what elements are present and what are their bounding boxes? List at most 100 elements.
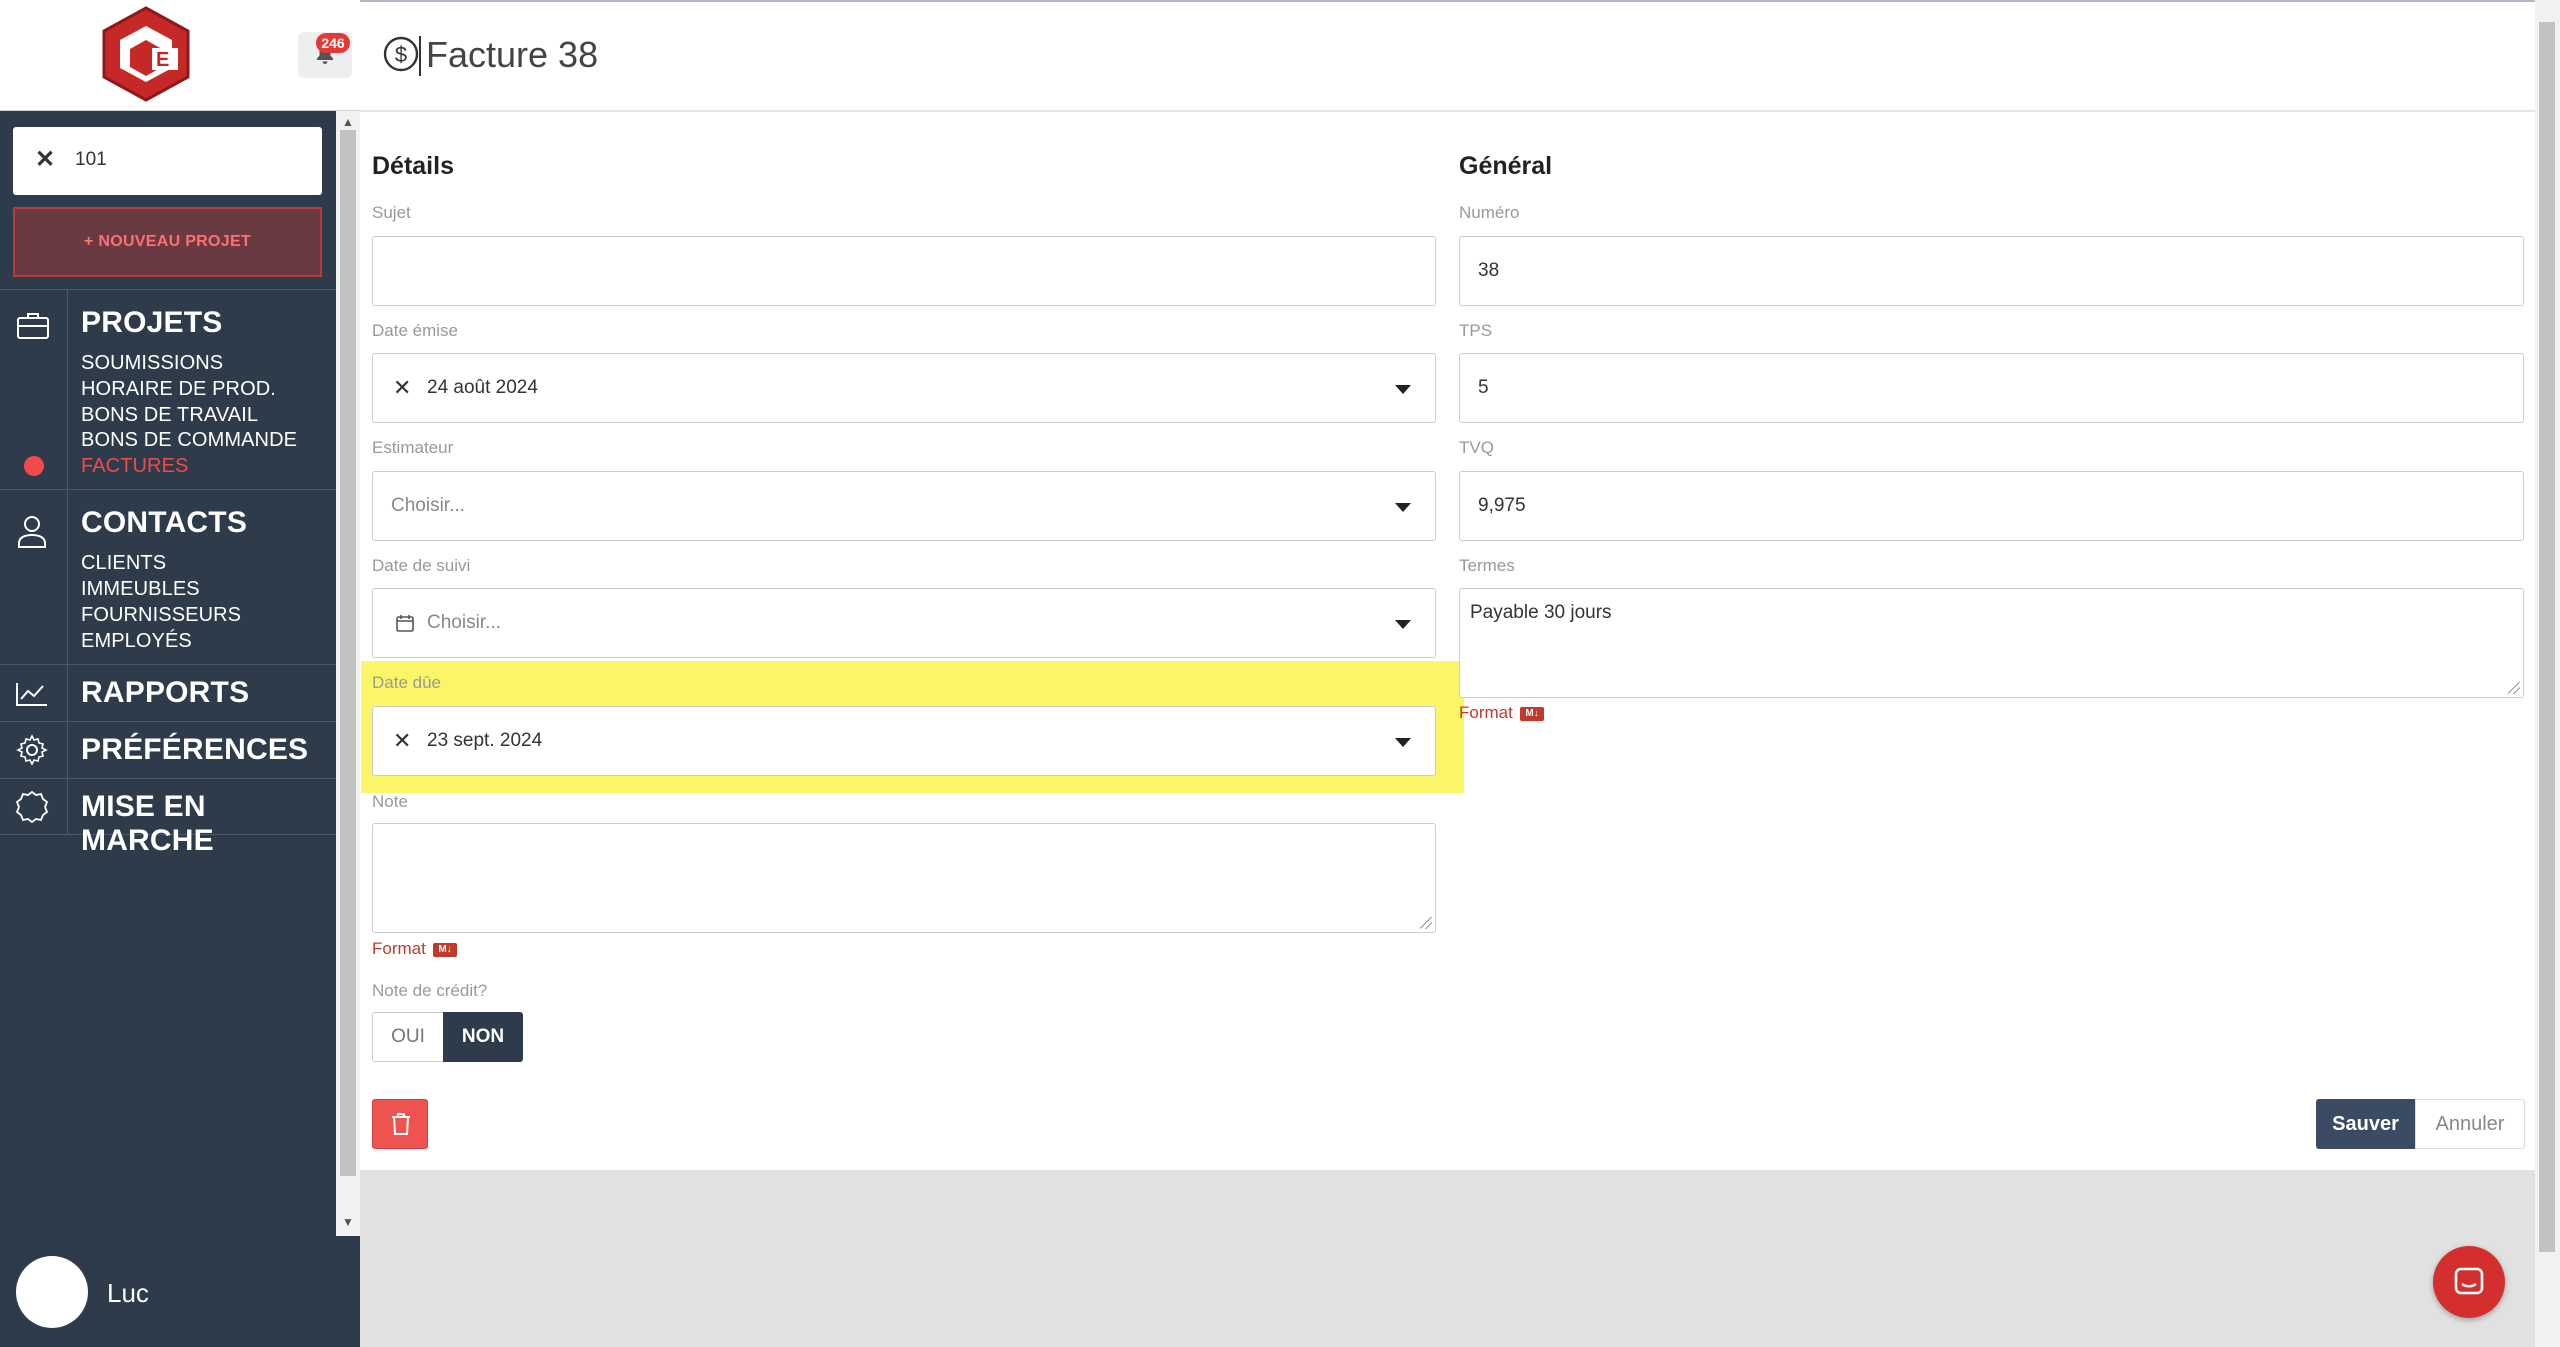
- estimateur-select[interactable]: Choisir...: [372, 471, 1436, 541]
- sujet-label: Sujet: [372, 203, 411, 222]
- note-textarea[interactable]: [372, 823, 1436, 933]
- sidebar-section-rapports: RAPPORTS: [0, 664, 336, 721]
- note-format-link[interactable]: Format: [372, 939, 426, 959]
- scroll-up-icon[interactable]: ▲: [340, 114, 356, 130]
- estimateur-placeholder: Choisir...: [391, 495, 465, 516]
- dollar-circle-icon: $: [383, 36, 419, 72]
- app-logo[interactable]: E: [100, 6, 192, 102]
- calendar-icon: [396, 615, 414, 632]
- user-name: Luc: [107, 1278, 149, 1308]
- date-due-select[interactable]: ✕ 23 sept. 2024: [372, 706, 1436, 776]
- cancel-button[interactable]: Annuler: [2415, 1099, 2525, 1149]
- badge-icon: [15, 790, 49, 824]
- tvq-value: 9,975: [1478, 495, 1526, 516]
- page-header: [360, 0, 2535, 112]
- chevron-down-icon: [1395, 620, 1411, 629]
- clear-date-emise-icon[interactable]: ✕: [393, 374, 411, 402]
- sidebar-item-immeubles[interactable]: IMMEUBLES: [81, 578, 200, 601]
- date-suivi-select[interactable]: Choisir...: [372, 588, 1436, 658]
- date-suivi-label: Date de suivi: [372, 556, 471, 575]
- resize-grip-icon[interactable]: [2508, 682, 2520, 694]
- gear-icon: [16, 734, 48, 766]
- svg-text:$: $: [395, 42, 407, 67]
- chevron-down-icon: [1395, 738, 1411, 747]
- date-due-value: 23 sept. 2024: [427, 730, 543, 751]
- note-label: Note: [372, 792, 408, 811]
- credit-note-non[interactable]: NON: [443, 1012, 523, 1062]
- tvq-label: TVQ: [1459, 438, 1494, 457]
- resize-grip-icon[interactable]: [1420, 917, 1432, 929]
- sidebar-heading-mise-en-marche[interactable]: MISE EN MARCHE: [81, 790, 336, 858]
- sidebar-scrollbar-thumb[interactable]: [340, 130, 356, 1176]
- new-project-button[interactable]: + NOUVEAU PROJET: [13, 207, 322, 277]
- date-due-label: Date dûe: [372, 673, 441, 692]
- page-scrollbar-thumb[interactable]: [2539, 22, 2555, 1252]
- sidebar-menu: ✕ 101 + NOUVEAU PROJET PROJETS SOUMISSIO…: [0, 111, 336, 1236]
- svg-text:E: E: [156, 49, 169, 71]
- sidebar-item-employes[interactable]: EMPLOYÉS: [81, 630, 192, 653]
- user-icon: [18, 516, 46, 548]
- numero-value: 38: [1478, 260, 1500, 281]
- chart-icon: [16, 683, 47, 706]
- sidebar-item-bons-travail[interactable]: BONS DE TRAVAIL: [81, 404, 258, 427]
- sidebar-heading-contacts[interactable]: CONTACTS: [81, 506, 247, 540]
- avatar[interactable]: [16, 1256, 88, 1328]
- briefcase-icon: [17, 313, 49, 339]
- numero-input[interactable]: 38: [1459, 236, 2524, 306]
- date-suivi-placeholder: Choisir...: [427, 612, 501, 633]
- tps-label: TPS: [1459, 321, 1493, 340]
- termes-value: Payable 30 jours: [1470, 602, 1612, 623]
- title-cursor: [419, 36, 421, 76]
- termes-format-link[interactable]: Format: [1459, 703, 1513, 723]
- credit-note-label: Note de crédit?: [372, 981, 488, 1000]
- date-emise-value: 24 août 2024: [427, 377, 538, 398]
- sidebar-item-fournisseurs[interactable]: FOURNISSEURS: [81, 604, 241, 627]
- chevron-down-icon: [1395, 385, 1411, 394]
- search-value: 101: [75, 149, 107, 170]
- sidebar-item-soumissions[interactable]: SOUMISSIONS: [81, 352, 223, 375]
- chat-launcher-button[interactable]: [2433, 1246, 2505, 1318]
- sidebar-item-clients[interactable]: CLIENTS: [81, 552, 166, 575]
- save-button[interactable]: Sauver: [2316, 1099, 2415, 1149]
- clear-date-due-icon[interactable]: ✕: [393, 727, 411, 755]
- user-area[interactable]: Luc: [0, 1236, 360, 1347]
- chat-icon: [2454, 1267, 2484, 1295]
- project-search-input[interactable]: ✕ 101: [13, 127, 322, 195]
- clear-search-icon[interactable]: ✕: [35, 146, 55, 174]
- sidebar-heading-preferences[interactable]: PRÉFÉRENCES: [81, 733, 308, 767]
- trash-icon: [392, 1113, 410, 1135]
- sidebar-section-preferences: PRÉFÉRENCES: [0, 721, 336, 778]
- sidebar-heading-projets[interactable]: PROJETS: [81, 306, 222, 340]
- sidebar-item-horaire[interactable]: HORAIRE DE PROD.: [81, 378, 276, 401]
- scroll-down-icon[interactable]: ▼: [340, 1214, 356, 1230]
- sidebar: E 246 ✕ 101 + NOUVEAU PROJET PROJETS SOU…: [0, 0, 360, 1347]
- date-emise-label: Date émise: [372, 321, 458, 340]
- active-indicator: [24, 456, 44, 476]
- general-title: Général: [1459, 152, 1553, 180]
- markdown-icon: M↓: [433, 943, 457, 957]
- markdown-icon: M↓: [1520, 707, 1544, 721]
- numero-label: Numéro: [1459, 203, 1520, 222]
- sujet-input[interactable]: [372, 236, 1436, 306]
- credit-note-toggle: OUI NON: [372, 1012, 523, 1062]
- termes-textarea[interactable]: Payable 30 jours: [1459, 588, 2524, 698]
- sidebar-section-projets: PROJETS SOUMISSIONS HORAIRE DE PROD. BON…: [0, 289, 336, 489]
- tps-value: 5: [1478, 377, 1489, 398]
- tps-input[interactable]: 5: [1459, 353, 2524, 423]
- sidebar-heading-rapports[interactable]: RAPPORTS: [81, 676, 249, 710]
- logo-area: E 246: [0, 0, 360, 111]
- page-title: Facture 38: [426, 34, 599, 75]
- delete-button[interactable]: [372, 1099, 428, 1149]
- sidebar-section-contacts: CONTACTS CLIENTS IMMEUBLES FOURNISSEURS …: [0, 489, 336, 664]
- chevron-down-icon: [1395, 503, 1411, 512]
- tvq-input[interactable]: 9,975: [1459, 471, 2524, 541]
- sidebar-item-bons-commande[interactable]: BONS DE COMMANDE: [81, 429, 297, 452]
- sidebar-section-mise-en-marche: MISE EN MARCHE: [0, 778, 336, 857]
- notifications-badge: 246: [316, 33, 350, 53]
- estimateur-label: Estimateur: [372, 438, 454, 457]
- credit-note-oui[interactable]: OUI: [373, 1013, 443, 1061]
- details-title: Détails: [372, 152, 454, 180]
- sidebar-item-factures[interactable]: FACTURES: [81, 455, 188, 478]
- termes-label: Termes: [1459, 556, 1515, 575]
- date-emise-select[interactable]: ✕ 24 août 2024: [372, 353, 1436, 423]
